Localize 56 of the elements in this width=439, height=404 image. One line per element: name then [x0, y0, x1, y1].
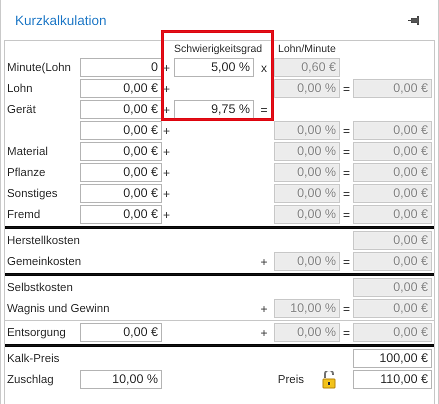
- amount-field[interactable]: 0,00 €: [80, 142, 162, 161]
- pin-icon[interactable]: [408, 16, 420, 24]
- amount-field[interactable]: 0,00 €: [80, 100, 162, 119]
- operator: +: [162, 166, 172, 180]
- amount-field[interactable]: 0,00 €: [80, 205, 162, 224]
- operator: =: [342, 326, 351, 340]
- row-label: Pflanze: [7, 166, 46, 178]
- row-label: Lohn: [7, 82, 34, 94]
- row-label: Minute(Lohn: [7, 62, 72, 74]
- row-label: Zuschlag: [7, 374, 55, 386]
- row-label: Fremd: [7, 208, 42, 220]
- operator: =: [342, 166, 351, 180]
- row-label: Wagnis und Gewinn: [7, 302, 110, 314]
- operator: =: [342, 254, 351, 268]
- amount-field[interactable]: 0: [80, 58, 162, 77]
- operator: +: [162, 186, 172, 200]
- amount-field[interactable]: 0,00 €: [80, 184, 162, 203]
- price-label: Preis: [278, 374, 304, 386]
- row-label: Entsorgung: [7, 326, 67, 338]
- result-field[interactable]: 110,00 €: [353, 370, 432, 389]
- row-label: Sonstiges: [7, 188, 59, 200]
- amount-field[interactable]: 0,00 €: [80, 163, 162, 182]
- column-header: Lohn/Minute: [277, 42, 337, 56]
- column-header: Schwierigkeitsgrad: [174, 42, 264, 56]
- operator: +: [259, 326, 268, 340]
- operator: =: [342, 186, 351, 200]
- operator: +: [162, 60, 172, 74]
- amount-field[interactable]: 0,00 €: [80, 323, 162, 342]
- amount-field[interactable]: 0,00 €: [80, 79, 162, 98]
- amount-field[interactable]: 10,00 %: [80, 370, 162, 389]
- operator: +: [162, 124, 172, 138]
- row-label: Gerät: [7, 104, 37, 116]
- padlock-icon[interactable]: [322, 370, 336, 388]
- operator: =: [342, 144, 351, 158]
- row-label: Material: [7, 146, 49, 158]
- operator: =: [342, 124, 351, 138]
- operator: =: [342, 208, 351, 222]
- panel-title: Kurzkalkulation: [15, 12, 107, 28]
- difficulty-field[interactable]: 5,00 %: [174, 58, 254, 77]
- row-label: Kalk-Preis: [7, 352, 60, 364]
- operator: +: [259, 254, 268, 268]
- operator: =: [342, 82, 351, 96]
- row-label: Herstellkosten: [7, 234, 81, 246]
- operator: =: [342, 302, 351, 316]
- operator: +: [259, 302, 268, 316]
- operator: +: [162, 82, 172, 96]
- operator: +: [162, 102, 172, 116]
- amount-field[interactable]: 0,00 €: [80, 121, 162, 140]
- operator: x: [260, 60, 268, 74]
- operator: +: [162, 144, 172, 158]
- difficulty-field[interactable]: 9,75 %: [174, 100, 254, 119]
- row-label: Selbstkosten: [7, 282, 74, 294]
- row-label: Gemeinkosten: [7, 256, 82, 268]
- operator: +: [162, 208, 172, 222]
- result-field[interactable]: 100,00 €: [353, 349, 432, 368]
- operator: =: [259, 102, 268, 116]
